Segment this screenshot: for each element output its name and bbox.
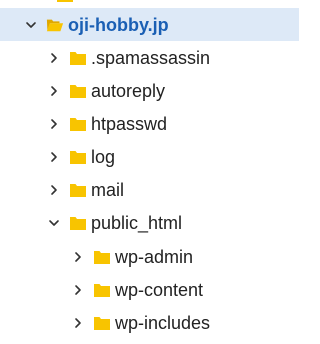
tree-row-wp-content[interactable]: wp-content [0,273,299,306]
chevron-right-icon[interactable] [71,316,85,330]
folder-icon [69,182,87,198]
tree-row-spamassassin[interactable]: .spamassassin [0,41,299,74]
folder-icon [69,83,87,99]
tree-row-label: htpasswd [91,113,168,134]
tree-row-wp-admin[interactable]: wp-admin [0,240,299,273]
tree-row-public-html[interactable]: public_html [0,206,299,239]
folder-icon [56,0,74,3]
tree-row-label: autoreply [91,80,166,101]
chevron-right-icon[interactable] [47,51,61,65]
folder-icon [69,215,87,231]
folder-icon [93,249,111,265]
tree-row-label: .spamassassin [91,47,211,68]
tree-row-label: wp-content [115,279,204,300]
tree-row-label: mail [91,179,125,200]
chevron-right-icon[interactable] [47,183,61,197]
chevron-down-icon[interactable] [24,18,38,32]
tree-row-label: log [91,146,116,167]
chevron-right-icon[interactable] [71,250,85,264]
tree-row-label: wp-includes [115,312,211,333]
folder-icon [93,282,111,298]
chevron-right-icon [34,0,48,2]
folder-icon [69,149,87,165]
chevron-down-icon[interactable] [47,216,61,230]
chevron-right-icon[interactable] [71,283,85,297]
tree-row-label: public_html [91,212,183,233]
folder-open-icon [46,17,64,33]
tree-row-log[interactable]: log [0,140,299,173]
chevron-right-icon[interactable] [47,117,61,131]
folder-icon [93,315,111,331]
tree-row-autoreply[interactable]: autoreply [0,74,299,107]
chevron-right-icon[interactable] [47,84,61,98]
tree-row-mail[interactable]: mail [0,173,299,206]
folder-icon [69,116,87,132]
tree-row-htpasswd[interactable]: htpasswd [0,107,299,140]
tree-row-wp-includes[interactable]: wp-includes [0,306,299,339]
chevron-right-icon[interactable] [47,150,61,164]
tree-row-label: wp-admin [115,246,194,267]
file-tree: oji-hobby.jp .spamassassin autoreply htp… [0,0,299,344]
tree-row-label: oji-hobby.jp [68,14,169,35]
tree-row-root[interactable]: oji-hobby.jp [0,8,299,41]
folder-icon [69,50,87,66]
